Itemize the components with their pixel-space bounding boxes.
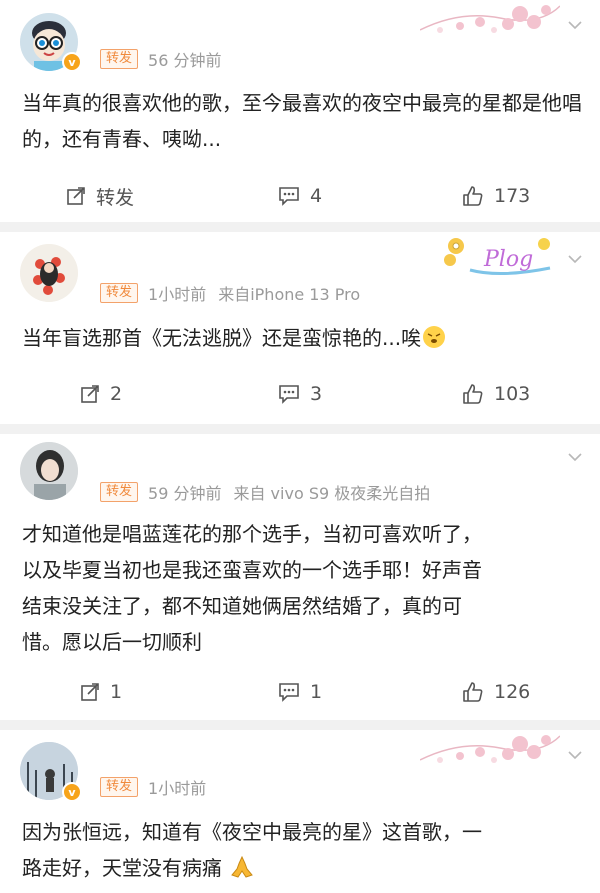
- comment-icon: [279, 187, 299, 206]
- comment-card: v 转发 1小时前 因为张恒远，知道有《夜空中最亮的星》这首歌，一 路走好，天堂…: [0, 730, 600, 893]
- repost-label: 转发: [96, 186, 135, 209]
- chevron-down-icon[interactable]: [568, 18, 582, 32]
- avatar[interactable]: [20, 442, 78, 500]
- comment-count: 1: [310, 681, 323, 703]
- chevron-down-icon[interactable]: [568, 748, 582, 762]
- cherry-blossom-decoration-icon: [420, 735, 560, 763]
- repost-icon: [81, 683, 99, 701]
- comment-meta: 转发 56 分钟前: [100, 48, 221, 70]
- comment-meta: 转发 59 分钟前 来自 vivo S9 极夜柔光自拍: [100, 481, 430, 503]
- separator: [0, 424, 600, 434]
- repost-count: 2: [110, 383, 123, 405]
- comment-text: 当年盲选那首《无法逃脱》还是蛮惊艳的...唉: [22, 320, 582, 356]
- separator: [0, 222, 600, 232]
- comment-button[interactable]: 3: [278, 374, 322, 414]
- repost-icon: [81, 385, 99, 403]
- comment-text-line: 因为张恒远，知道有《夜空中最亮的星》这首歌，一: [22, 820, 482, 844]
- comment-text-line: 结束没关注了，都不知道她俩居然结婚了，真的可: [22, 594, 462, 618]
- plog-text: Plog: [483, 247, 533, 272]
- repost-badge: 转发: [100, 482, 139, 502]
- comment-meta: 转发 1小时前: [100, 776, 206, 798]
- verified-badge-icon: v: [62, 52, 82, 72]
- source-device: 来自iPhone 13 Pro: [218, 285, 361, 304]
- like-count: 173: [494, 185, 531, 207]
- comment-icon: [279, 385, 299, 404]
- thumbs-up-icon: [463, 682, 483, 702]
- comment-text: 因为张恒远，知道有《夜空中最亮的星》这首歌，一 路走好，天堂没有病痛: [22, 814, 582, 886]
- repost-badge: 转发: [100, 49, 139, 69]
- comment-card: 转发 59 分钟前 来自 vivo S9 极夜柔光自拍 才知道他是唱蓝莲花的那个…: [0, 434, 600, 720]
- thumbs-up-icon: [463, 384, 483, 404]
- comment-icon: [279, 683, 299, 702]
- chevron-down-icon[interactable]: [568, 252, 582, 266]
- cherry-blossom-decoration-icon: [420, 5, 560, 33]
- comment-text: 当年真的很喜欢他的歌，至今最喜欢的夜空中最亮的星都是他唱的，还有青春、咦呦...: [22, 91, 582, 151]
- like-count: 126: [494, 681, 531, 703]
- like-button[interactable]: 173: [462, 176, 530, 216]
- praying-hands-emoji-icon: [231, 855, 254, 878]
- source-device: 来自 vivo S9 极夜柔光自拍: [233, 484, 431, 503]
- like-button[interactable]: 126: [462, 672, 530, 712]
- repost-badge: 转发: [100, 777, 139, 797]
- comment-card: v 转发 56 分钟前 当年真的很喜欢他的歌，至今最喜欢的夜空中最亮的星都是他唱…: [0, 0, 600, 222]
- repost-button[interactable]: 1: [80, 672, 122, 712]
- like-button[interactable]: 103: [462, 374, 530, 414]
- chevron-down-icon[interactable]: [568, 450, 582, 464]
- verified-badge-icon: v: [62, 782, 82, 802]
- comment-count: 3: [310, 383, 323, 405]
- comment-text-line-wrap: 路走好，天堂没有病痛: [22, 850, 582, 886]
- comment-count: 4: [310, 185, 323, 207]
- action-bar: 1 1 126: [0, 672, 600, 712]
- comment-text-line: 以及毕夏当初也是我还蛮喜欢的一个选手耶！好声音: [22, 558, 482, 582]
- separator: [0, 720, 600, 730]
- avatar[interactable]: [20, 244, 78, 302]
- comment-text-body: 当年盲选那首《无法逃脱》还是蛮惊艳的...唉: [22, 326, 422, 350]
- repost-button[interactable]: 2: [80, 374, 122, 414]
- repost-button[interactable]: 转发: [66, 176, 134, 216]
- comment-button[interactable]: 4: [278, 176, 322, 216]
- timestamp: 1小时前: [148, 779, 207, 798]
- action-bar: 转发 4 173: [0, 176, 600, 216]
- comment-card: 转发 1小时前 来自iPhone 13 Pro Plog 当年盲选那首《无法逃脱…: [0, 232, 600, 424]
- like-count: 103: [494, 383, 531, 405]
- repost-badge: 转发: [100, 283, 139, 303]
- timestamp: 1小时前: [148, 285, 207, 304]
- comment-button[interactable]: 1: [278, 672, 322, 712]
- comment-text-line: 路走好，天堂没有病痛: [22, 856, 222, 880]
- timestamp: 56 分钟前: [148, 51, 222, 70]
- plog-sticker-icon: Plog: [444, 238, 551, 276]
- timestamp: 59 分钟前: [148, 484, 222, 503]
- repost-icon: [67, 187, 85, 205]
- comment-meta: 转发 1小时前 来自iPhone 13 Pro: [100, 282, 360, 304]
- tired-face-emoji-icon: [423, 326, 446, 348]
- repost-count: 1: [110, 681, 123, 703]
- comment-text-line: 惜。愿以后一切顺利: [22, 630, 202, 654]
- comment-text: 才知道他是唱蓝莲花的那个选手，当初可喜欢听了， 以及毕夏当初也是我还蛮喜欢的一个…: [22, 516, 582, 660]
- comment-text-line: 才知道他是唱蓝莲花的那个选手，当初可喜欢听了，: [22, 522, 482, 546]
- action-bar: 2 3 103: [0, 374, 600, 414]
- thumbs-up-icon: [463, 186, 483, 206]
